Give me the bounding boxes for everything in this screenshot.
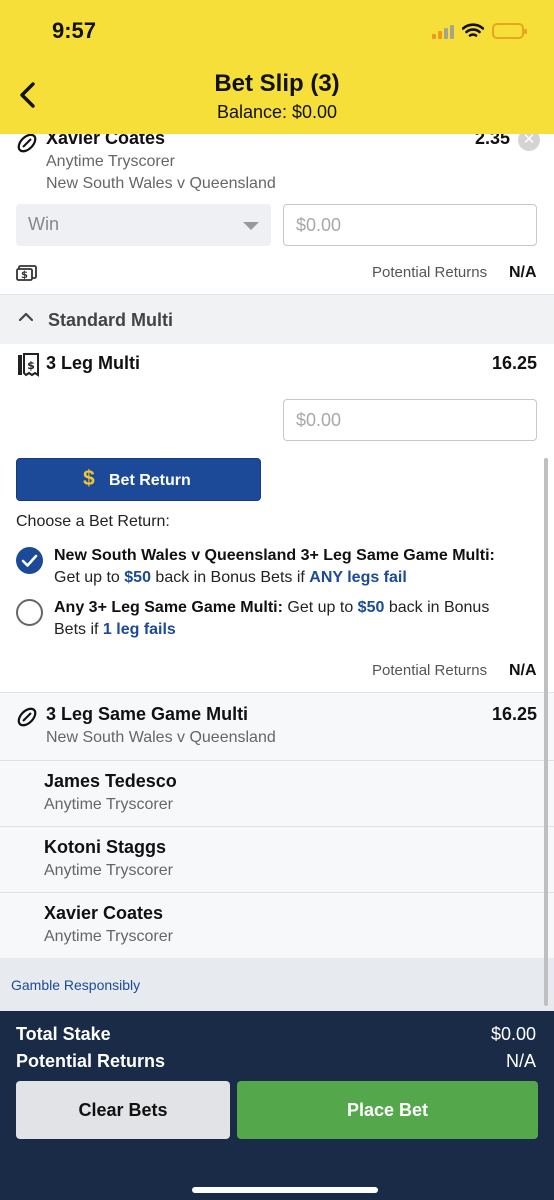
list-item: Kotoni Staggs Anytime Tryscorer: [0, 826, 554, 892]
bet-return-label: Bet Return: [109, 472, 191, 489]
bet-return-option-2[interactable]: Any 3+ Leg Same Game Multi: Get up to $5…: [54, 597, 524, 641]
potential-returns-label: Potential Returns: [372, 264, 488, 281]
option-2-text-a: Get up to: [282, 599, 358, 616]
footer-potential-returns-label: Potential Returns: [16, 1051, 166, 1071]
bet-type-select[interactable]: Win: [16, 204, 271, 246]
multi-receipt-icon: $: [18, 353, 39, 377]
bet-slip-content[interactable]: Xavier Coates 2.35 ✕ Anytime Tryscorer N…: [0, 134, 554, 1011]
dollar-icon: $: [83, 467, 95, 490]
wifi-icon: [462, 23, 484, 37]
option-1-heading: New South Wales v Queensland 3+ Leg Same…: [54, 547, 495, 564]
cash-out-icon: $: [16, 265, 37, 281]
remove-bet-button[interactable]: ✕: [518, 134, 540, 151]
leg-market: Anytime Tryscorer: [44, 862, 173, 879]
selection-name: Xavier Coates: [46, 134, 166, 148]
home-indicator[interactable]: [192, 1187, 378, 1193]
total-stake-value: $0.00: [490, 1024, 536, 1044]
leg-name: Kotoni Staggs: [44, 837, 166, 857]
single-stake-input[interactable]: [283, 204, 537, 246]
selection-market: Anytime Tryscorer: [46, 153, 175, 170]
dropdown-caret-icon: [243, 222, 259, 230]
same-game-multi-card: 3 Leg Same Game Multi 16.25 New South Wa…: [0, 692, 554, 958]
bet-return-option-1[interactable]: New South Wales v Queensland 3+ Leg Same…: [54, 545, 524, 589]
close-icon: ✕: [522, 134, 536, 148]
signal-icon: [432, 23, 454, 39]
balance-text: Balance: $0.00: [216, 102, 338, 122]
list-item: Xavier Coates Anytime Tryscorer: [0, 892, 554, 958]
bet-return-option-1-radio[interactable]: [16, 547, 43, 574]
bet-return-button[interactable]: $ Bet Return: [16, 458, 261, 501]
option-1-text-a: Get up to: [54, 569, 125, 586]
option-2-amount: $50: [357, 599, 385, 616]
option-1-text-b: back in Bonus Bets if: [150, 569, 310, 586]
option-2-heading: Any 3+ Leg Same Game Multi:: [54, 599, 283, 616]
multi-odds: 16.25: [491, 353, 537, 373]
selection-event: New South Wales v Queensland: [46, 175, 276, 192]
battery-icon: [492, 23, 527, 39]
selection-odds: 2.35: [474, 134, 510, 148]
rugby-ball-icon: [17, 134, 37, 153]
sgm-event: New South Wales v Queensland: [46, 729, 276, 746]
total-stake-label: Total Stake: [16, 1024, 111, 1044]
page-title: Bet Slip (3): [214, 70, 340, 97]
multi-potential-returns-value: N/A: [509, 662, 537, 679]
option-1-condition: ANY legs fail: [309, 569, 407, 586]
rugby-ball-icon: [17, 707, 37, 727]
sgm-title: 3 Leg Same Game Multi: [46, 704, 249, 724]
collapse-chevron-icon: [18, 312, 34, 322]
clear-bets-button[interactable]: Clear Bets: [16, 1081, 230, 1139]
app-header: 9:57 Bet Slip (3) Balance: $0.00: [0, 0, 554, 134]
option-1-amount: $50: [124, 569, 151, 586]
svg-text:$: $: [21, 270, 28, 281]
leg-name: James Tedesco: [44, 771, 177, 791]
multi-potential-returns-label: Potential Returns: [372, 662, 488, 679]
bet-return-option-2-radio[interactable]: [16, 599, 43, 626]
potential-returns-value: N/A: [509, 264, 537, 281]
place-bet-button[interactable]: Place Bet: [237, 1081, 538, 1139]
leg-market: Anytime Tryscorer: [44, 928, 173, 945]
scrollbar[interactable]: [544, 458, 548, 1006]
standard-multi-header[interactable]: Standard Multi: [0, 294, 554, 344]
sgm-odds: 16.25: [491, 704, 537, 724]
leg-market: Anytime Tryscorer: [44, 796, 173, 813]
multi-title: 3 Leg Multi: [46, 353, 140, 373]
multi-stake-input[interactable]: [283, 399, 537, 441]
bet-footer: Total Stake $0.00 Potential Returns N/A …: [0, 1011, 554, 1200]
section-label: Standard Multi: [48, 310, 173, 330]
choose-bet-return-label: Choose a Bet Return:: [16, 513, 170, 530]
bet-type-value: Win: [28, 214, 59, 234]
leg-name: Xavier Coates: [44, 903, 164, 923]
svg-text:$: $: [27, 359, 35, 372]
checkmark-icon: [21, 554, 38, 567]
option-2-condition: 1 leg fails: [102, 621, 176, 638]
footer-potential-returns-value: N/A: [505, 1051, 536, 1071]
gamble-responsibly-link[interactable]: Gamble Responsibly: [11, 977, 140, 993]
list-item: James Tedesco Anytime Tryscorer: [0, 760, 554, 826]
status-icons: [432, 20, 527, 42]
gamble-responsibly-bar: Gamble Responsibly: [0, 958, 554, 1011]
status-time: 9:57: [52, 18, 97, 43]
